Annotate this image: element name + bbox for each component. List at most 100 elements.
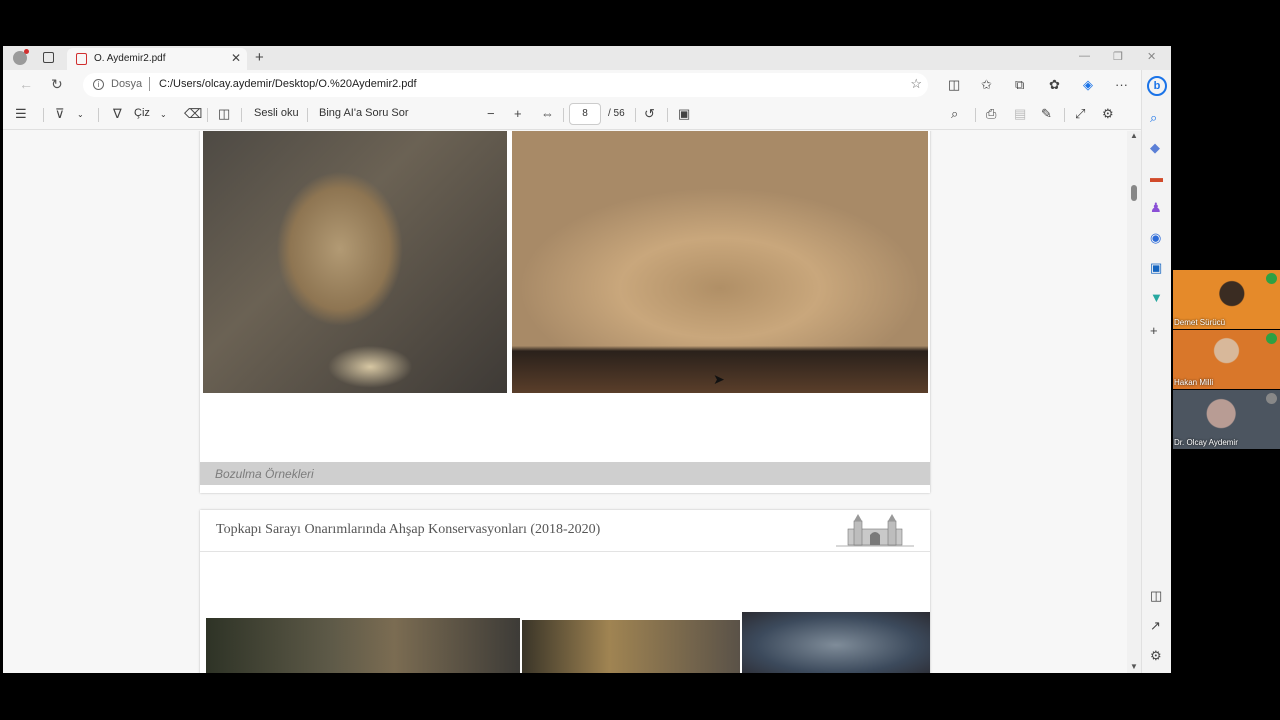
open-external-icon[interactable]: ↗ [1150, 618, 1161, 634]
bing-copilot-icon[interactable]: b [1147, 76, 1167, 96]
draw-dropdown-chevron-icon[interactable]: ⌄ [160, 110, 167, 119]
video-tile[interactable]: Demet Sürücü [1173, 270, 1280, 329]
toolbar-divider [98, 108, 99, 122]
browser-window: O. Aydemir2.pdf ✕ + — ❐ ✕ ← ↻ i Dosya C:… [3, 46, 1171, 673]
two-page-view-icon[interactable]: ▣ [678, 106, 690, 122]
save-icon[interactable]: ▤ [1014, 106, 1026, 122]
toolbar-divider [241, 108, 242, 122]
hide-sidebar-icon[interactable]: ◫ [1150, 588, 1162, 604]
toolbar-divider [975, 108, 976, 122]
toolbar-divider [207, 108, 208, 122]
mouse-cursor-icon: ➤ [713, 371, 725, 387]
extensions-icon[interactable]: ✿ [1049, 77, 1060, 93]
draw-button[interactable]: Çiz [134, 107, 150, 119]
highlight-icon[interactable]: ⊽ [55, 106, 65, 122]
fullscreen-icon[interactable]: ⤢ [1075, 106, 1085, 122]
conservation-photo-3 [742, 612, 930, 673]
shopping-tag-icon[interactable]: ◆ [1150, 140, 1160, 156]
split-screen-icon[interactable]: ◫ [948, 77, 960, 93]
draw-pen-icon[interactable]: ∇ [113, 106, 122, 122]
zoom-out-icon[interactable]: − [487, 106, 495, 121]
conservation-photo-2 [522, 620, 740, 673]
new-tab-button[interactable]: + [255, 49, 264, 66]
pdf-viewer[interactable]: Bozulma Örnekleri Topkapı Sarayı Onarıml… [3, 131, 1127, 673]
palace-gate-logo [836, 514, 914, 547]
scroll-thumb[interactable] [1131, 185, 1137, 201]
address-bar[interactable]: i Dosya C:/Users/olcay.aydemir/Desktop/O… [83, 73, 928, 97]
favorite-star-icon[interactable]: ☆ [910, 76, 922, 92]
contents-list-icon[interactable]: ☰ [15, 106, 27, 122]
scroll-up-arrow-icon[interactable]: ▲ [1130, 131, 1138, 140]
pdf-page: Topkapı Sarayı Onarımlarında Ahşap Konse… [200, 510, 930, 673]
page-number-input[interactable]: 8 [569, 103, 601, 125]
eraser-icon[interactable]: ⌫ [184, 106, 202, 122]
toolbar-divider [563, 108, 564, 122]
back-arrow-icon[interactable]: ← [19, 76, 33, 92]
tab-pdf[interactable]: O. Aydemir2.pdf ✕ [67, 48, 247, 70]
mic-on-icon [1266, 273, 1277, 284]
participant-name: Hakan Milli [1174, 378, 1214, 387]
vertical-scrollbar[interactable]: ▲ ▼ [1127, 131, 1141, 673]
search-sidebar-icon[interactable]: ⌕ [1150, 110, 1157, 126]
conservation-photo-1 [206, 618, 520, 673]
file-scheme-label: Dosya [111, 78, 143, 90]
mic-on-icon [1266, 333, 1277, 344]
search-icon[interactable]: ⌕ [951, 106, 958, 122]
print-icon[interactable]: ⎙ [986, 106, 996, 122]
favorites-icon[interactable]: ✩ [981, 77, 992, 93]
add-sidebar-app-icon[interactable]: + [1150, 323, 1158, 338]
pdf-file-icon [76, 53, 87, 65]
tab-actions-icon[interactable] [43, 52, 54, 63]
browser-essentials-icon[interactable]: ◈ [1083, 77, 1093, 93]
video-tile[interactable]: Hakan Milli [1173, 330, 1280, 389]
edge-sidebar: b ⌕ ◆ ▬ ♟ ◉ ▣ ▼ + ◫ ↗ ⚙ [1141, 70, 1171, 673]
page-total: / 56 [608, 108, 625, 119]
caption-bar: Bozulma Örnekleri [200, 462, 930, 485]
minimize-button[interactable]: — [1079, 50, 1090, 62]
refresh-icon[interactable]: ↻ [51, 76, 63, 93]
pdf-toolbar: ☰ ⊽ ⌄ ∇ Çiz ⌄ ⌫ ◫ Sesli oku Bing AI'a So… [3, 100, 1141, 130]
pdf-settings-gear-icon[interactable]: ⚙ [1102, 106, 1114, 122]
zoom-in-icon[interactable]: + [514, 106, 522, 121]
rotate-icon[interactable]: ↺ [644, 106, 655, 122]
read-aloud-button[interactable]: Sesli oku [254, 107, 299, 119]
toolbar-divider [635, 108, 636, 122]
toolbar-divider [43, 108, 44, 122]
save-as-icon[interactable]: ✎ [1041, 106, 1052, 122]
more-menu-icon[interactable]: ··· [1115, 77, 1128, 92]
tools-icon[interactable]: ▬ [1150, 170, 1163, 185]
participant-name: Demet Sürücü [1174, 318, 1226, 327]
tab-close-icon[interactable]: ✕ [231, 51, 241, 65]
drop-icon[interactable]: ▼ [1150, 290, 1163, 305]
wood-damage-photo-left [203, 131, 507, 393]
slide-title: Topkapı Sarayı Onarımlarında Ahşap Konse… [216, 522, 601, 537]
toolbar-divider [667, 108, 668, 122]
tab-title: O. Aydemir2.pdf [94, 53, 166, 64]
tab-bar: O. Aydemir2.pdf ✕ + — ❐ ✕ [3, 46, 1171, 70]
url-text[interactable]: C:/Users/olcay.aydemir/Desktop/O.%20Ayde… [159, 78, 417, 90]
page-view-icon[interactable]: ◫ [218, 106, 230, 122]
fit-page-icon[interactable]: ⇔ [541, 106, 554, 121]
mic-off-icon [1266, 393, 1277, 404]
outlook-icon[interactable]: ▣ [1150, 260, 1162, 276]
notification-dot [24, 49, 29, 54]
title-divider [200, 551, 930, 552]
address-bar-row: ← ↻ i Dosya C:/Users/olcay.aydemir/Deskt… [3, 70, 1141, 100]
info-icon[interactable]: i [93, 79, 104, 90]
page-caption: Bozulma Örnekleri [215, 467, 314, 481]
office-icon[interactable]: ◉ [1150, 230, 1161, 246]
participant-name: Dr. Olcay Aydemir [1174, 438, 1238, 447]
sidebar-settings-gear-icon[interactable]: ⚙ [1150, 648, 1162, 664]
pdf-page: Bozulma Örnekleri [200, 131, 930, 493]
games-icon[interactable]: ♟ [1150, 200, 1162, 216]
video-tile[interactable]: Dr. Olcay Aydemir [1173, 390, 1280, 449]
restore-button[interactable]: ❐ [1113, 50, 1123, 63]
address-separator [149, 77, 150, 91]
scroll-down-arrow-icon[interactable]: ▼ [1130, 662, 1138, 671]
window-close-button[interactable]: ✕ [1147, 50, 1156, 63]
collections-icon[interactable]: ⧉ [1015, 77, 1024, 93]
highlight-dropdown-chevron-icon[interactable]: ⌄ [77, 110, 84, 119]
ask-bing-button[interactable]: Bing AI'a Soru Sor [319, 107, 409, 119]
toolbar-divider [307, 108, 308, 122]
toolbar-divider [1064, 108, 1065, 122]
